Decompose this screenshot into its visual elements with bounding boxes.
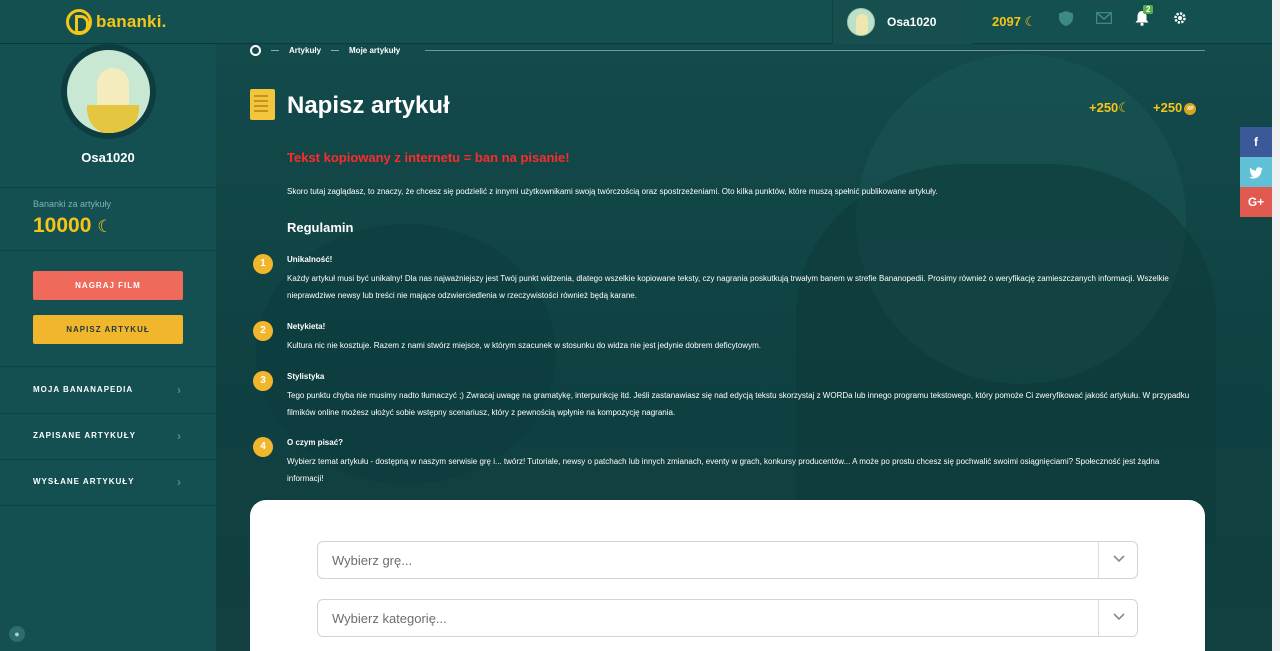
rule-title: Unikalność! [287,255,333,264]
category-select-placeholder: Wybierz kategorię... [332,611,447,626]
rule-title: O czym pisać? [287,438,344,447]
article-form-card: Wybierz grę... Wybierz kategorię... [250,500,1205,651]
xp-icon: XP [1184,102,1197,115]
logo-text: bananki. [96,12,167,31]
sidebar-item-label: MOJA BANANAPEDIA [33,385,134,394]
sidebar-item-label: ZAPISANE ARTYKUŁY [33,431,136,440]
notification-badge: 2 [1143,5,1154,14]
top-bar: bananki. Osa1020 2097 ☾ 2 [0,0,1272,44]
logo-icon [66,9,92,35]
write-article-button[interactable]: NAPISZ ARTYKUŁ [33,315,183,344]
facebook-share-button[interactable]: f [1240,127,1272,157]
shield-icon[interactable] [1058,10,1074,26]
chevron-down-icon[interactable] [1113,552,1125,566]
select-divider [1098,600,1099,636]
banana-icon: ☾ [1024,14,1037,29]
logo[interactable]: bananki. [66,8,167,36]
sidebar-item-sent-articles[interactable]: WYSŁANE ARTYKUŁY › [0,459,216,505]
mail-icon[interactable] [1096,10,1112,26]
rule-title: Stylistyka [287,372,325,381]
record-film-button[interactable]: NAGRAJ FILM [33,271,183,300]
twitter-share-button[interactable] [1240,157,1272,187]
sidebar-item-bananapedia[interactable]: MOJA BANANAPEDIA › [0,367,216,413]
username: Osa1020 [887,15,937,29]
user-menu[interactable]: Osa1020 [832,0,972,44]
reward-coins: +250☾ [1089,100,1130,116]
chevron-right-icon: › [177,475,182,489]
rule-item: 1 Unikalność! Każdy artykuł musi być uni… [253,254,1197,304]
breadcrumb-item-articles[interactable]: Artykuły [289,46,321,55]
rule-number: 3 [253,371,273,391]
coin-balance: 2097 ☾ [992,14,1036,30]
bell-icon[interactable]: 2 [1134,5,1154,26]
rule-text: Kultura nic nie kosztuje. Razem z nami s… [287,341,761,350]
game-select-placeholder: Wybierz grę... [332,553,413,568]
sidebar-username: Osa1020 [81,150,135,165]
breadcrumb-item-my-articles[interactable]: Moje artykuły [349,46,400,55]
top-icons: 2 [1058,5,1188,26]
separator: — [331,46,340,55]
divider [0,187,216,188]
warning-text: Tekst kopiowany z internetu = ban na pis… [287,150,570,165]
notepad-icon [250,89,275,120]
chevron-down-icon[interactable] [1113,610,1125,624]
rule-number: 1 [253,254,273,274]
avatar [847,8,875,36]
divider [0,250,216,251]
coin-balance-value: 2097 [992,14,1021,29]
rule-item: 3 Stylistyka Tego punktu chyba nie musim… [253,371,1197,421]
banana-icon: ☾ [97,217,113,236]
rule-number: 4 [253,437,273,457]
breadcrumb: — Artykuły — Moje artykuły [250,45,400,56]
sidebar: Osa1020 Bananki za artykuły 10000 ☾ NAGR… [0,44,216,651]
rule-item: 2 Netykieta! Kultura nic nie kosztuje. R… [253,321,1197,354]
intro-text: Skoro tutaj zaglądasz, to znaczy, że chc… [287,187,938,196]
stat-value-number: 10000 [33,214,92,237]
reward-xp: +250 XP [1153,100,1197,115]
rule-item: 4 O czym pisać? Wybierz temat artykułu -… [253,437,1197,487]
sidebar-item-saved-articles[interactable]: ZAPISANE ARTYKUŁY › [0,413,216,459]
rule-text: Każdy artykuł musi być unikalny! Dla nas… [287,274,1169,300]
gear-icon[interactable] [1172,10,1188,26]
chevron-right-icon: › [177,383,182,397]
separator: — [271,46,279,55]
sidebar-item-label: WYSŁANE ARTYKUŁY [33,477,135,486]
rule-text: Wybierz temat artykułu - dostępną w nasz… [287,457,1160,483]
rule-number: 2 [253,321,273,341]
category-select[interactable]: Wybierz kategorię... [317,599,1138,637]
game-select[interactable]: Wybierz grę... [317,541,1138,579]
chevron-right-icon: › [177,429,182,443]
stat-value: 10000 ☾ [33,214,113,238]
reward-coins-value: +250 [1089,100,1119,115]
googleplus-share-button[interactable]: G+ [1240,187,1272,217]
scrollbar[interactable] [1272,0,1280,651]
rule-title: Netykieta! [287,322,326,331]
divider [0,505,216,506]
stat-label: Bananki za artykuły [33,199,112,209]
home-icon[interactable] [250,45,261,56]
rule-text: Tego punktu chyba nie musimy nadto tłuma… [287,391,1190,417]
select-divider [1098,542,1099,578]
chat-bell-icon[interactable]: ● [9,626,25,642]
banana-icon: ☾ [1118,100,1130,115]
breadcrumb-line [425,50,1205,51]
rules-title: Regulamin [287,220,354,235]
page-title: Napisz artykuł [287,92,450,119]
profile-avatar[interactable] [61,44,156,139]
reward-xp-value: +250 [1153,100,1183,115]
